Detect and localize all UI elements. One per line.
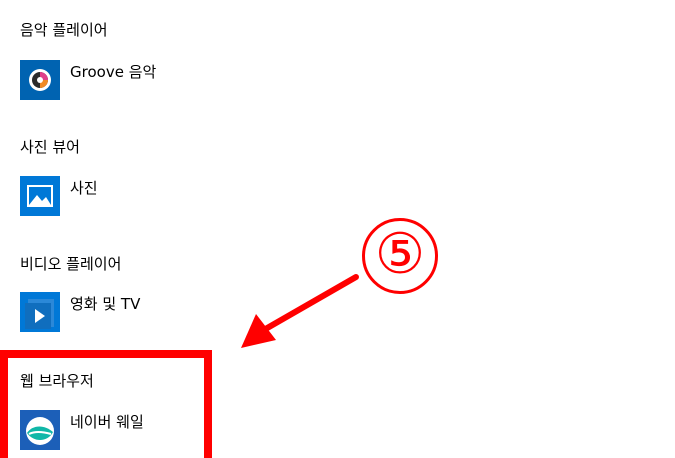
pointer-arrow-icon xyxy=(241,274,359,348)
